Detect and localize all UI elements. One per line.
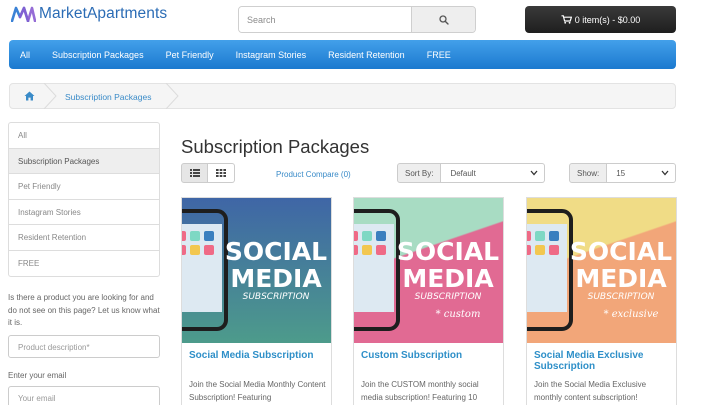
category-item-instagram-stories[interactable]: Instagram Stories <box>9 200 159 225</box>
product-name[interactable]: Social Media Subscription <box>189 350 329 361</box>
search-bar <box>238 6 476 33</box>
product-description: Join the CUSTOM monthly social media sub… <box>361 380 479 402</box>
email-label: Enter your email <box>8 371 67 380</box>
category-item-free[interactable]: FREE <box>9 251 159 277</box>
breadcrumb-current[interactable]: Subscription Packages <box>65 92 151 102</box>
product-name[interactable]: Custom Subscription <box>361 350 501 361</box>
sort-value: Default <box>450 169 476 178</box>
cart-button[interactable]: 0 item(s) - $0.00 <box>525 6 676 33</box>
product-compare-link[interactable]: Product Compare (0) <box>276 170 351 179</box>
product-card[interactable]: SOCIAL MEDIA SUBSCRIPTION Social Media S… <box>181 197 332 405</box>
page-title: Subscription Packages <box>181 136 370 157</box>
grid-view-icon <box>216 169 226 177</box>
home-icon[interactable] <box>24 91 35 101</box>
list-view-button[interactable] <box>181 163 208 183</box>
img-tag: * custom <box>436 309 481 320</box>
product-card[interactable]: SOCIAL MEDIA SUBSCRIPTION * custom Custo… <box>353 197 504 405</box>
cart-summary: 0 item(s) - $0.00 <box>574 14 641 25</box>
img-line3: SUBSCRIPTION <box>243 292 310 302</box>
view-toggle <box>181 163 235 183</box>
img-line3: SUBSCRIPTION <box>588 292 655 302</box>
category-item-resident-retention[interactable]: Resident Retention <box>9 225 159 251</box>
img-line1: SOCIAL <box>225 237 327 266</box>
phone-illustration <box>527 209 573 331</box>
nav-item-resident-retention[interactable]: Resident Retention <box>328 50 405 60</box>
product-name[interactable]: Social Media Exclusive Subscription <box>534 350 674 372</box>
img-line2: MEDIA <box>230 264 322 293</box>
nav-item-all[interactable]: All <box>20 50 30 60</box>
category-item-pet-friendly[interactable]: Pet Friendly <box>9 174 159 200</box>
img-tag: * exclusive <box>604 309 659 320</box>
img-line2: MEDIA <box>575 264 667 293</box>
brand-name: MarketApartments <box>39 5 168 22</box>
product-request-text: Is there a product you are looking for a… <box>8 293 160 327</box>
product-description: Join the Social Media Exclusive monthly … <box>534 380 647 402</box>
list-view-icon <box>189 169 200 177</box>
product-image[interactable]: SOCIAL MEDIA SUBSCRIPTION * exclusive <box>527 198 676 343</box>
show-select[interactable]: 15 <box>607 163 677 183</box>
img-line3: SUBSCRIPTION <box>415 292 482 302</box>
show-control: Show: 15 <box>569 163 677 183</box>
sort-label: Sort By: <box>397 163 442 183</box>
product-description: Join the Social Media Monthly Content Su… <box>189 380 326 402</box>
phone-illustration <box>182 209 228 331</box>
img-line1: SOCIAL <box>397 237 499 266</box>
nav-item-free[interactable]: FREE <box>427 50 451 60</box>
breadcrumb-separator-icon <box>43 83 57 109</box>
product-image[interactable]: SOCIAL MEDIA SUBSCRIPTION <box>182 198 331 343</box>
category-item-subscription-packages[interactable]: Subscription Packages <box>9 148 159 174</box>
nav-item-instagram-stories[interactable]: Instagram Stories <box>236 50 307 60</box>
main-nav: All Subscription Packages Pet Friendly I… <box>9 40 676 69</box>
sort-select[interactable]: Default <box>441 163 546 183</box>
logo-mark-icon <box>11 6 36 22</box>
category-item-all[interactable]: All <box>9 123 159 149</box>
img-line1: SOCIAL <box>570 237 672 266</box>
search-button[interactable] <box>411 7 475 32</box>
breadcrumb: Subscription Packages <box>9 83 676 109</box>
search-icon <box>438 14 449 25</box>
phone-illustration <box>354 209 400 331</box>
product-description-field[interactable]: Product description* <box>8 335 160 358</box>
sort-control: Sort By: Default <box>397 163 546 183</box>
grid-view-button[interactable] <box>208 163 235 183</box>
product-card[interactable]: SOCIAL MEDIA SUBSCRIPTION * exclusive So… <box>526 197 677 405</box>
chevron-down-icon <box>661 170 669 176</box>
chevron-down-icon <box>530 170 538 176</box>
nav-item-subscription-packages[interactable]: Subscription Packages <box>52 50 144 60</box>
site-logo[interactable]: MarketApartments <box>11 5 167 23</box>
breadcrumb-separator-icon <box>165 83 179 109</box>
product-image[interactable]: SOCIAL MEDIA SUBSCRIPTION * custom <box>354 198 503 343</box>
img-line2: MEDIA <box>402 264 494 293</box>
show-value: 15 <box>616 169 626 178</box>
category-list: All Subscription Packages Pet Friendly I… <box>8 122 160 277</box>
show-label: Show: <box>569 163 608 183</box>
cart-icon <box>561 15 572 24</box>
email-field[interactable]: Your email <box>8 386 160 405</box>
nav-item-pet-friendly[interactable]: Pet Friendly <box>166 50 214 60</box>
search-input[interactable] <box>239 7 411 32</box>
